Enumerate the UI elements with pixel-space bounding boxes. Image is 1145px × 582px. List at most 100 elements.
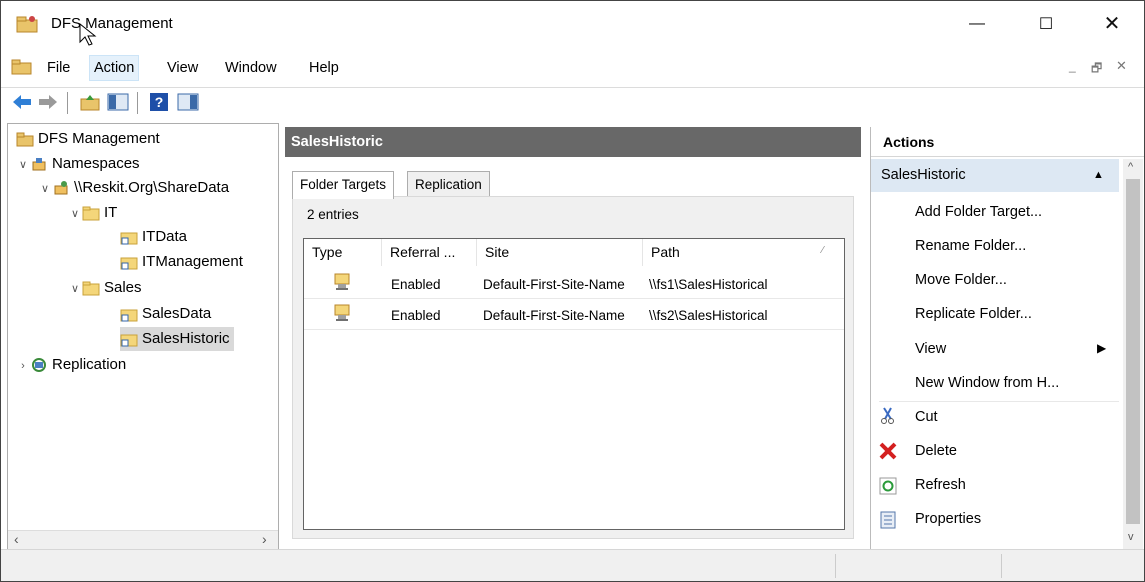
forward-arrow-icon[interactable] (37, 93, 59, 111)
site-name: Default-First-Site-Name (483, 277, 625, 292)
folder-link-icon (120, 257, 138, 270)
site-name: Default-First-Site-Name (483, 308, 625, 323)
table-row[interactable]: Enabled Default-First-Site-Name \\fs1\Sa… (304, 268, 844, 299)
replication-icon (32, 358, 46, 373)
action-cut[interactable]: Cut (915, 400, 938, 434)
dfs-management-window: DFS Management — ☐ ✕ File Action View Wi… (0, 0, 1145, 582)
scroll-left-icon[interactable]: ‹ (14, 531, 19, 547)
folder-targets-list: Type Referral ... Site Path ⁄ Enabled De… (303, 238, 845, 530)
folder-link-icon (120, 334, 138, 347)
tree-label: Sales (104, 279, 142, 296)
referral-status: Enabled (391, 277, 441, 292)
tree-label: SalesData (142, 305, 212, 322)
toolbar: ? (1, 87, 1144, 118)
scissors-icon (881, 407, 894, 424)
delete-x-icon (879, 442, 897, 460)
toolbar-separator (67, 92, 68, 114)
tree-item-sales[interactable]: ∨ Sales (68, 276, 142, 300)
tree-label: SalesHistoric (142, 330, 230, 347)
action-refresh[interactable]: Refresh (915, 468, 966, 502)
actions-section-header[interactable]: SalesHistoric ▲ (871, 159, 1119, 192)
submenu-arrow-icon: ▶ (1097, 341, 1107, 355)
console-tree: DFS Management ∨ Namespaces ∨ \\Reskit.Org… (7, 123, 279, 551)
tree-horizontal-scrollbar[interactable]: ‹ › (8, 530, 278, 550)
column-type[interactable]: Type (304, 239, 382, 266)
help-icon[interactable]: ? (149, 92, 171, 112)
properties-icon (880, 511, 896, 529)
actions-vertical-scrollbar[interactable]: ^ v (1123, 159, 1143, 549)
action-new-window[interactable]: New Window from H... (915, 366, 1059, 400)
tree-label: ITData (142, 228, 188, 245)
menu-file[interactable]: File (45, 58, 72, 78)
show-hide-console-tree-icon[interactable] (107, 92, 129, 112)
action-properties[interactable]: Properties (915, 502, 981, 536)
tree-label: Replication (52, 356, 127, 373)
title-bar: DFS Management — ☐ ✕ (1, 1, 1144, 46)
mdi-minimize-icon[interactable]: _ (1069, 59, 1076, 73)
dfs-root-icon (16, 132, 34, 147)
chevron-down-icon[interactable]: ∨ (38, 177, 52, 201)
toolbar-separator (137, 92, 138, 114)
tab-replication[interactable]: Replication (407, 171, 490, 198)
folder-link-icon (120, 309, 138, 322)
action-rename-folder[interactable]: Rename Folder... (915, 229, 1026, 263)
menu-window[interactable]: Window (223, 58, 279, 78)
table-row[interactable]: Enabled Default-First-Site-Name \\fs2\Sa… (304, 299, 844, 330)
back-arrow-icon[interactable] (11, 93, 33, 111)
mdi-restore-icon[interactable]: 🗗 (1091, 59, 1102, 80)
folder-icon (82, 281, 100, 296)
namespaces-icon (32, 158, 46, 171)
folder-target-icon (334, 273, 350, 290)
dfs-menu-icon (11, 59, 32, 75)
close-button[interactable]: ✕ (1089, 1, 1135, 46)
minimize-button[interactable]: — (954, 1, 1000, 46)
column-site[interactable]: Site (477, 239, 643, 266)
target-path: \\fs1\SalesHistorical (649, 277, 768, 292)
scroll-up-icon[interactable]: ^ (1128, 161, 1133, 173)
chevron-down-icon[interactable]: ∨ (68, 277, 82, 301)
status-divider (835, 554, 836, 578)
chevron-right-icon[interactable]: › (16, 354, 30, 378)
scroll-right-icon[interactable]: › (262, 531, 267, 547)
menu-action[interactable]: Action (89, 55, 140, 81)
tree-item-sharedata[interactable]: ∨ \\Reskit.Org\ShareData (38, 176, 229, 200)
tree-item-replication[interactable]: › Replication (16, 353, 126, 377)
tree-item-saleshistoric[interactable]: SalesHistoric (120, 327, 234, 351)
menu-help[interactable]: Help (307, 58, 341, 78)
folder-icon (82, 206, 100, 221)
mouse-cursor-icon (79, 23, 97, 46)
column-path[interactable]: Path (643, 239, 844, 266)
folder-link-icon (120, 232, 138, 245)
tab-folder-targets[interactable]: Folder Targets (292, 171, 395, 199)
column-referral[interactable]: Referral ... (382, 239, 477, 266)
referral-status: Enabled (391, 308, 441, 323)
window-title: DFS Management (51, 15, 173, 32)
actions-pane: Actions SalesHistoric ▲ Add Folder Targe… (870, 127, 1144, 549)
scrollbar-thumb[interactable] (1126, 179, 1140, 524)
action-add-folder-target[interactable]: Add Folder Target... (915, 195, 1042, 229)
folder-target-icon (334, 304, 350, 321)
tree-item-salesdata[interactable]: SalesData (120, 302, 211, 326)
tree-label: IT (104, 204, 118, 221)
tree-item-dfs-management[interactable]: DFS Management (16, 127, 160, 151)
target-path: \\fs2\SalesHistorical (649, 308, 768, 323)
show-hide-action-pane-icon[interactable] (177, 92, 199, 112)
tree-item-itdata[interactable]: ITData (120, 225, 187, 249)
action-delete[interactable]: Delete (915, 434, 957, 468)
menu-view[interactable]: View (165, 58, 200, 78)
chevron-down-icon[interactable]: ∨ (68, 202, 82, 226)
tree-label: DFS Management (38, 130, 160, 147)
action-replicate-folder[interactable]: Replicate Folder... (915, 297, 1032, 331)
mdi-close-icon[interactable]: ✕ (1116, 58, 1127, 74)
tree-item-namespaces[interactable]: ∨ Namespaces (16, 152, 140, 176)
scroll-down-icon[interactable]: v (1128, 531, 1134, 543)
up-folder-icon[interactable] (79, 92, 101, 112)
action-move-folder[interactable]: Move Folder... (915, 263, 1007, 297)
chevron-down-icon[interactable]: ∨ (16, 153, 30, 177)
tree-item-itmanagement[interactable]: ITManagement (120, 250, 243, 274)
tree-item-it[interactable]: ∨ IT (68, 201, 117, 225)
action-view[interactable]: View (915, 332, 946, 366)
center-pane-title: SalesHistoric (285, 127, 861, 157)
maximize-button[interactable]: ☐ (1023, 1, 1069, 46)
collapse-up-icon[interactable]: ▲ (1093, 159, 1104, 192)
